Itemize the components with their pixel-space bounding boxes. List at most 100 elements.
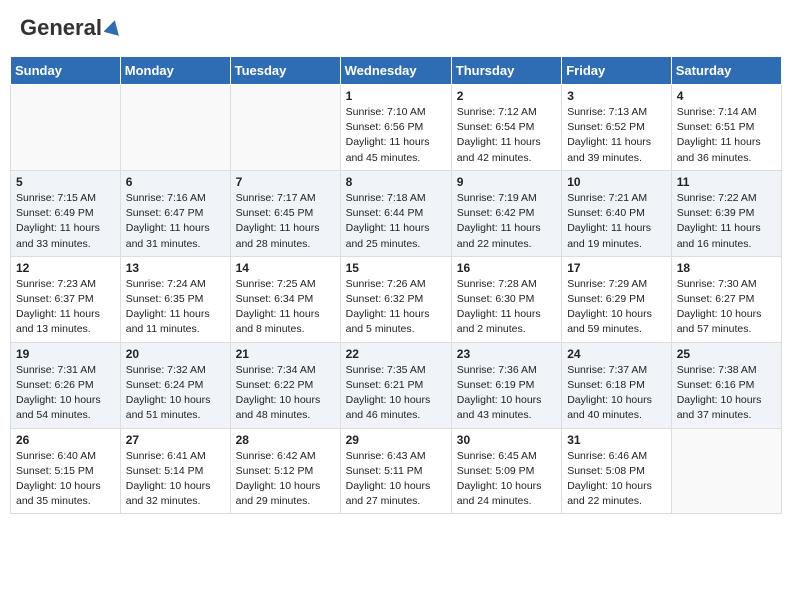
day-info: Sunrise: 7:25 AM Sunset: 6:34 PM Dayligh…: [236, 277, 335, 338]
calendar-day-cell: 20 Sunrise: 7:32 AM Sunset: 6:24 PM Dayli…: [120, 342, 230, 428]
day-info: Sunrise: 7:34 AM Sunset: 6:22 PM Dayligh…: [236, 363, 335, 424]
day-number: 5: [16, 175, 115, 189]
calendar-day-header: Saturday: [671, 57, 781, 85]
calendar-day-cell: 2Sunrise: 7:12 AM Sunset: 6:54 PM Daylig…: [451, 85, 561, 171]
calendar-table: SundayMondayTuesdayWednesdayThursdayFrid…: [10, 56, 782, 514]
calendar-week-row: 26 Sunrise: 6:40 AM Sunset: 5:15 PM Dayli…: [11, 428, 782, 514]
day-info: Sunrise: 6:40 AM Sunset: 5:15 PM Dayligh…: [16, 449, 115, 510]
calendar-day-cell: 29Sunrise: 6:43 AM Sunset: 5:11 PM Dayli…: [340, 428, 451, 514]
day-number: 15: [346, 261, 446, 275]
logo-triangle-icon: [104, 18, 122, 41]
calendar-day-cell: 25 Sunrise: 7:38 AM Sunset: 6:16 PM Dayli…: [671, 342, 781, 428]
day-info: Sunrise: 7:14 AM Sunset: 6:51 PM Dayligh…: [677, 105, 776, 166]
day-number: 21: [236, 347, 335, 361]
day-info: Sunrise: 7:29 AM Sunset: 6:29 PM Dayligh…: [567, 277, 666, 338]
day-number: 3: [567, 89, 666, 103]
calendar-day-header: Sunday: [11, 57, 121, 85]
day-info: Sunrise: 6:41 AM Sunset: 5:14 PM Dayligh…: [126, 449, 225, 510]
day-info: Sunrise: 6:42 AM Sunset: 5:12 PM Dayligh…: [236, 449, 335, 510]
day-number: 30: [457, 433, 556, 447]
calendar-day-header: Friday: [562, 57, 672, 85]
calendar-day-header: Thursday: [451, 57, 561, 85]
calendar-day-cell: 19 Sunrise: 7:31 AM Sunset: 6:26 PM Dayli…: [11, 342, 121, 428]
day-number: 17: [567, 261, 666, 275]
calendar-day-header: Tuesday: [230, 57, 340, 85]
day-number: 8: [346, 175, 446, 189]
calendar-day-cell: 6 Sunrise: 7:16 AM Sunset: 6:47 PM Daylig…: [120, 170, 230, 256]
calendar-day-cell: 1Sunrise: 7:10 AM Sunset: 6:56 PM Daylig…: [340, 85, 451, 171]
day-info: Sunrise: 7:35 AM Sunset: 6:21 PM Dayligh…: [346, 363, 446, 424]
calendar-day-cell: 14 Sunrise: 7:25 AM Sunset: 6:34 PM Dayli…: [230, 256, 340, 342]
day-info: Sunrise: 7:15 AM Sunset: 6:49 PM Dayligh…: [16, 191, 115, 252]
day-number: 31: [567, 433, 666, 447]
calendar-week-row: 1Sunrise: 7:10 AM Sunset: 6:56 PM Daylig…: [11, 85, 782, 171]
day-number: 11: [677, 175, 776, 189]
day-info: Sunrise: 7:21 AM Sunset: 6:40 PM Dayligh…: [567, 191, 666, 252]
day-number: 10: [567, 175, 666, 189]
day-info: Sunrise: 7:30 AM Sunset: 6:27 PM Dayligh…: [677, 277, 776, 338]
day-number: 20: [126, 347, 225, 361]
day-number: 14: [236, 261, 335, 275]
calendar-day-cell: 28Sunrise: 6:42 AM Sunset: 5:12 PM Dayli…: [230, 428, 340, 514]
day-info: Sunrise: 7:13 AM Sunset: 6:52 PM Dayligh…: [567, 105, 666, 166]
page-header: General: [10, 10, 782, 46]
day-number: 16: [457, 261, 556, 275]
day-info: Sunrise: 7:17 AM Sunset: 6:45 PM Dayligh…: [236, 191, 335, 252]
calendar-day-cell: [671, 428, 781, 514]
calendar-day-cell: 8 Sunrise: 7:18 AM Sunset: 6:44 PM Daylig…: [340, 170, 451, 256]
calendar-day-cell: 22Sunrise: 7:35 AM Sunset: 6:21 PM Dayli…: [340, 342, 451, 428]
day-info: Sunrise: 6:45 AM Sunset: 5:09 PM Dayligh…: [457, 449, 556, 510]
day-number: 12: [16, 261, 115, 275]
day-number: 26: [16, 433, 115, 447]
day-number: 7: [236, 175, 335, 189]
day-number: 9: [457, 175, 556, 189]
day-info: Sunrise: 7:36 AM Sunset: 6:19 PM Dayligh…: [457, 363, 556, 424]
calendar-day-cell: 23Sunrise: 7:36 AM Sunset: 6:19 PM Dayli…: [451, 342, 561, 428]
day-info: Sunrise: 7:37 AM Sunset: 6:18 PM Dayligh…: [567, 363, 666, 424]
day-info: Sunrise: 7:16 AM Sunset: 6:47 PM Dayligh…: [126, 191, 225, 252]
day-info: Sunrise: 7:24 AM Sunset: 6:35 PM Dayligh…: [126, 277, 225, 338]
day-info: Sunrise: 7:18 AM Sunset: 6:44 PM Dayligh…: [346, 191, 446, 252]
calendar-header-row: SundayMondayTuesdayWednesdayThursdayFrid…: [11, 57, 782, 85]
calendar-day-cell: 31 Sunrise: 6:46 AM Sunset: 5:08 PM Dayli…: [562, 428, 672, 514]
day-info: Sunrise: 7:26 AM Sunset: 6:32 PM Dayligh…: [346, 277, 446, 338]
calendar-day-header: Monday: [120, 57, 230, 85]
day-number: 27: [126, 433, 225, 447]
calendar-day-cell: 27 Sunrise: 6:41 AM Sunset: 5:14 PM Dayli…: [120, 428, 230, 514]
day-info: Sunrise: 7:28 AM Sunset: 6:30 PM Dayligh…: [457, 277, 556, 338]
day-number: 24: [567, 347, 666, 361]
calendar-day-cell: 9 Sunrise: 7:19 AM Sunset: 6:42 PM Daylig…: [451, 170, 561, 256]
calendar-day-cell: 16 Sunrise: 7:28 AM Sunset: 6:30 PM Dayli…: [451, 256, 561, 342]
day-number: 29: [346, 433, 446, 447]
calendar-day-cell: [11, 85, 121, 171]
day-info: Sunrise: 7:19 AM Sunset: 6:42 PM Dayligh…: [457, 191, 556, 252]
calendar-day-cell: 30 Sunrise: 6:45 AM Sunset: 5:09 PM Dayli…: [451, 428, 561, 514]
day-number: 18: [677, 261, 776, 275]
calendar-day-header: Wednesday: [340, 57, 451, 85]
logo: General: [20, 15, 122, 41]
day-info: Sunrise: 7:38 AM Sunset: 6:16 PM Dayligh…: [677, 363, 776, 424]
calendar-day-cell: [230, 85, 340, 171]
calendar-day-cell: 7 Sunrise: 7:17 AM Sunset: 6:45 PM Daylig…: [230, 170, 340, 256]
day-number: 25: [677, 347, 776, 361]
calendar-day-cell: 26 Sunrise: 6:40 AM Sunset: 5:15 PM Dayli…: [11, 428, 121, 514]
calendar-week-row: 19 Sunrise: 7:31 AM Sunset: 6:26 PM Dayli…: [11, 342, 782, 428]
calendar-day-cell: 18 Sunrise: 7:30 AM Sunset: 6:27 PM Dayli…: [671, 256, 781, 342]
calendar-week-row: 5 Sunrise: 7:15 AM Sunset: 6:49 PM Daylig…: [11, 170, 782, 256]
calendar-day-cell: 12 Sunrise: 7:23 AM Sunset: 6:37 PM Dayli…: [11, 256, 121, 342]
day-info: Sunrise: 6:46 AM Sunset: 5:08 PM Dayligh…: [567, 449, 666, 510]
day-number: 6: [126, 175, 225, 189]
day-info: Sunrise: 7:32 AM Sunset: 6:24 PM Dayligh…: [126, 363, 225, 424]
calendar-day-cell: 4 Sunrise: 7:14 AM Sunset: 6:51 PM Daylig…: [671, 85, 781, 171]
calendar-day-cell: 3 Sunrise: 7:13 AM Sunset: 6:52 PM Daylig…: [562, 85, 672, 171]
day-number: 13: [126, 261, 225, 275]
day-number: 4: [677, 89, 776, 103]
calendar-day-cell: 24 Sunrise: 7:37 AM Sunset: 6:18 PM Dayli…: [562, 342, 672, 428]
day-info: Sunrise: 7:23 AM Sunset: 6:37 PM Dayligh…: [16, 277, 115, 338]
calendar-day-cell: 13 Sunrise: 7:24 AM Sunset: 6:35 PM Dayli…: [120, 256, 230, 342]
day-number: 19: [16, 347, 115, 361]
day-number: 1: [346, 89, 446, 103]
calendar-day-cell: 10 Sunrise: 7:21 AM Sunset: 6:40 PM Dayli…: [562, 170, 672, 256]
day-info: Sunrise: 7:31 AM Sunset: 6:26 PM Dayligh…: [16, 363, 115, 424]
calendar-day-cell: 5 Sunrise: 7:15 AM Sunset: 6:49 PM Daylig…: [11, 170, 121, 256]
